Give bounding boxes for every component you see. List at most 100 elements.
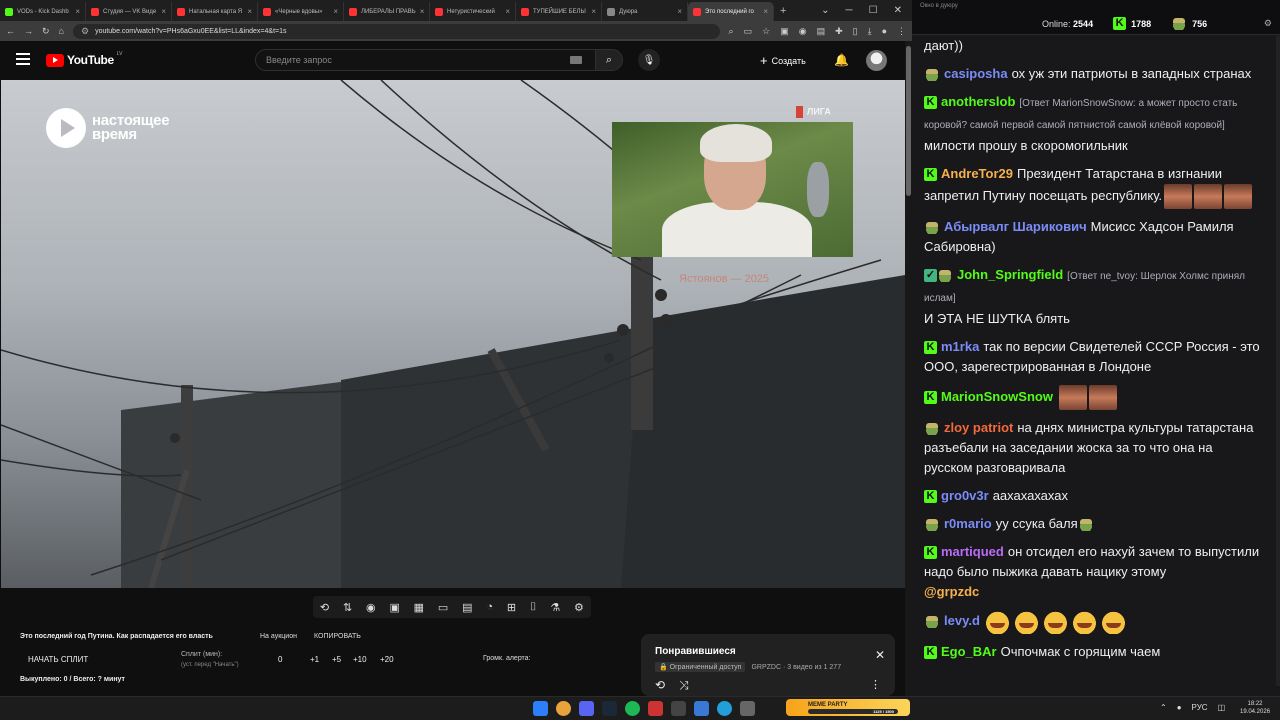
add-icon[interactable]: ⊞: [507, 601, 516, 614]
increment-button[interactable]: +5: [332, 655, 341, 664]
language-indicator[interactable]: РУС: [1192, 703, 1208, 712]
screenshot-icon[interactable]: ⌷: [530, 601, 537, 614]
chat-username[interactable]: gro0v3r: [941, 488, 989, 503]
voice-search-button[interactable]: 🎙: [638, 49, 660, 71]
close-icon[interactable]: ✕: [875, 648, 885, 662]
chat-username[interactable]: levy.d: [944, 613, 980, 628]
scrollbar-thumb[interactable]: [906, 46, 911, 196]
zoom-icon[interactable]: ⌕: [729, 26, 734, 37]
extension-icon[interactable]: ▤: [817, 26, 826, 37]
sidebar-icon[interactable]: ▯: [853, 26, 858, 37]
keyboard-icon[interactable]: [570, 56, 582, 64]
site-info-icon[interactable]: ⚙: [81, 26, 89, 37]
app-icon[interactable]: [740, 701, 755, 716]
chat-username[interactable]: MarionSnowSnow: [941, 389, 1053, 404]
menu-dots-icon[interactable]: ⋮: [897, 26, 906, 37]
new-tab-button[interactable]: +: [774, 2, 792, 21]
avatar[interactable]: [866, 50, 887, 71]
tab-close-icon[interactable]: ×: [420, 7, 425, 16]
more-options-icon[interactable]: ⋮: [870, 678, 881, 691]
tab-6[interactable]: ТУПЕЙШИЕ БЕЛЫ ×: [516, 2, 602, 21]
forward-icon[interactable]: →: [24, 26, 33, 36]
video-player[interactable]: настоящее время ЛИГА Ястоянов — 2025: [1, 80, 905, 588]
tab-close-icon[interactable]: ×: [505, 7, 510, 16]
notifications-bell-icon[interactable]: 🔔: [834, 53, 849, 67]
bookmark-icon[interactable]: ☆: [762, 26, 770, 37]
watch-later-icon[interactable]: ▣: [389, 601, 399, 614]
cast-icon[interactable]: ▭: [744, 26, 753, 37]
menu-icon[interactable]: [16, 53, 30, 65]
tab-0[interactable]: VODs - Kick Dashb ×: [0, 2, 86, 21]
spotify-icon[interactable]: [625, 701, 640, 716]
increment-button[interactable]: +1: [310, 655, 319, 664]
sort-icon[interactable]: ⇅: [343, 601, 352, 614]
chat-username[interactable]: m1rka: [941, 339, 979, 354]
tab-1[interactable]: Студия — VK Виде ×: [86, 2, 172, 21]
back-icon[interactable]: ←: [6, 26, 15, 36]
audio-icon[interactable]: ◉: [366, 601, 376, 614]
settings-gear-icon[interactable]: ⚙: [574, 601, 584, 614]
tab-8-active[interactable]: Это последний го ×: [688, 2, 774, 21]
chat-username[interactable]: Ego_BAr: [941, 644, 997, 659]
clock[interactable]: 18:22 19.04.2026: [1240, 700, 1270, 716]
extension-icon[interactable]: ▣: [780, 26, 789, 37]
tray-arrow-icon[interactable]: ⌃: [1160, 703, 1167, 712]
chrome-icon[interactable]: [556, 701, 571, 716]
increment-button[interactable]: +10: [353, 655, 367, 664]
flask-icon[interactable]: ⚗: [550, 601, 560, 614]
chat-username[interactable]: AndreTor29: [941, 166, 1013, 181]
tab-close-icon[interactable]: ×: [677, 7, 682, 16]
mic-tray-icon[interactable]: ●: [1177, 703, 1182, 712]
tab-close-icon[interactable]: ×: [333, 7, 338, 16]
copy-button[interactable]: КОПИРОВАТЬ: [314, 633, 361, 640]
discord-icon[interactable]: [579, 701, 594, 716]
increment-button[interactable]: +20: [380, 655, 394, 664]
chat-settings-icon[interactable]: ⚙: [1264, 18, 1272, 29]
playlist-title[interactable]: Понравившиеся: [655, 646, 736, 657]
youtube-logo[interactable]: YouTube LV: [46, 51, 123, 67]
chat-username[interactable]: Абырвалг Шарикович: [944, 219, 1087, 234]
auction-button[interactable]: На аукцион: [260, 633, 297, 640]
tab-close-icon[interactable]: ×: [247, 7, 252, 16]
tab-close-icon[interactable]: ×: [763, 7, 768, 16]
tab-2[interactable]: Натальная карта Я ×: [172, 2, 258, 21]
tab-close-icon[interactable]: ×: [591, 7, 596, 16]
home-icon[interactable]: ⌂: [59, 26, 64, 36]
tab-7[interactable]: Дуюра ×: [602, 2, 688, 21]
chat-scrollbar[interactable]: [1276, 36, 1280, 686]
tab-search-icon[interactable]: ⌄: [821, 5, 829, 16]
start-split-button[interactable]: НАЧАТЬ СПЛИТ: [28, 655, 88, 664]
clip-icon[interactable]: ▦: [414, 601, 424, 614]
app-icon[interactable]: [648, 701, 663, 716]
chat-username[interactable]: John_Springfield: [957, 267, 1063, 282]
app-icon[interactable]: [694, 701, 709, 716]
start-icon[interactable]: [533, 701, 548, 716]
reload-icon[interactable]: ↻: [42, 26, 50, 37]
network-icon[interactable]: ◫: [1218, 703, 1226, 712]
steam-icon[interactable]: [602, 701, 617, 716]
url-field[interactable]: ⚙ youtube.com/watch?v=PHs6aGxu0EE&list=L…: [72, 23, 720, 39]
split-value[interactable]: 0: [278, 655, 282, 664]
shuffle-icon[interactable]: ⤨: [679, 678, 689, 693]
chat-username[interactable]: casiposha: [944, 66, 1008, 81]
tab-close-icon[interactable]: ×: [161, 7, 166, 16]
speed-icon[interactable]: ◔: [486, 601, 493, 613]
list-icon[interactable]: ▤: [462, 601, 472, 614]
download-icon[interactable]: ⤓: [868, 26, 872, 37]
tab-close-icon[interactable]: ×: [75, 7, 80, 16]
profile-icon[interactable]: ●: [882, 26, 887, 37]
chat-mention[interactable]: @grpzdc: [924, 584, 979, 599]
minimize-icon[interactable]: ─: [846, 5, 853, 16]
create-button[interactable]: + Создать: [760, 53, 806, 68]
tab-3[interactable]: «Черные вдовы» ×: [258, 2, 344, 21]
obs-icon[interactable]: [671, 701, 686, 716]
page-scrollbar[interactable]: [905, 41, 912, 696]
loop-icon[interactable]: ⟲: [320, 601, 329, 614]
chat-username[interactable]: anotherslob: [941, 94, 1015, 109]
loop-playlist-icon[interactable]: ⟲: [655, 678, 665, 693]
pip-icon[interactable]: ▭: [438, 601, 448, 614]
chat-username[interactable]: martiqued: [941, 544, 1004, 559]
extensions-puzzle-icon[interactable]: ✚: [835, 26, 843, 37]
close-window-icon[interactable]: ✕: [894, 5, 902, 16]
telegram-icon[interactable]: [717, 701, 732, 716]
